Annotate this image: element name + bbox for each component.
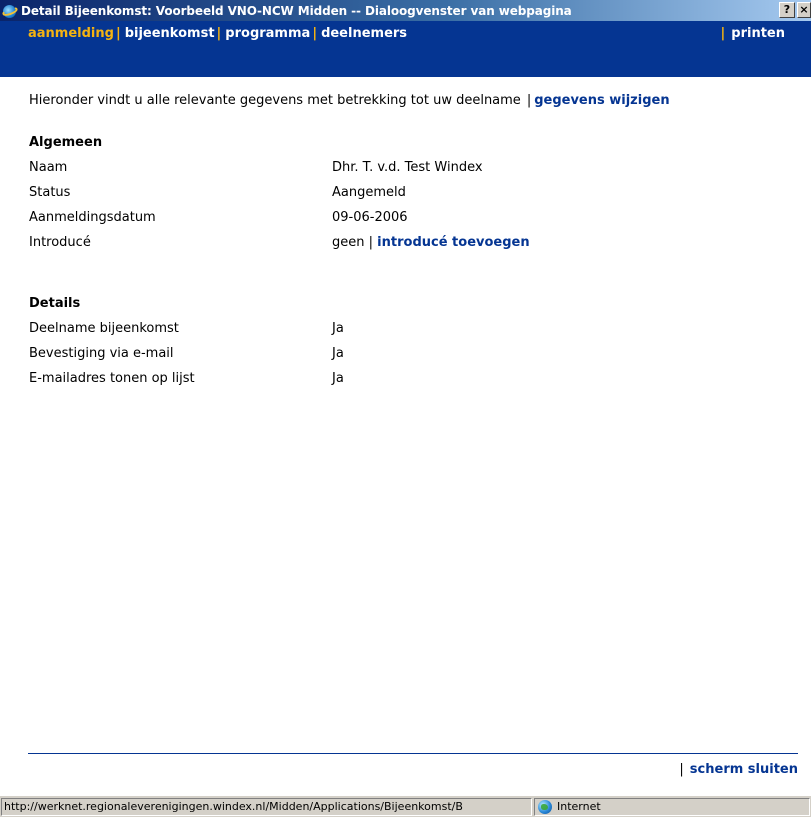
navigation-bar: aanmelding | bijeenkomst | programma | deelnem…	[0, 21, 811, 77]
main-content: Hieronder vindt u alle relevante gegeven…	[29, 93, 799, 386]
help-button[interactable]: ?	[779, 2, 795, 18]
window-title: Detail Bijeenkomst: Voorbeeld VNO-NCW Mi…	[21, 3, 572, 18]
add-guest-link[interactable]: introducé toevoegen	[377, 235, 529, 250]
row-label: Deelname bijeenkomst	[29, 321, 179, 336]
nav-separator: |	[115, 26, 121, 41]
row-value: geen	[332, 235, 365, 250]
intro-text: Hieronder vindt u alle relevante gegeven…	[29, 93, 521, 108]
footer-separator: |	[679, 762, 684, 777]
tab-bijeenkomst[interactable]: bijeenkomst	[125, 26, 215, 41]
nav-print: | printen	[721, 26, 785, 41]
nav-separator: |	[720, 26, 726, 41]
intro-separator: |	[526, 93, 532, 108]
print-link[interactable]: printen	[731, 26, 785, 41]
security-zone: Internet	[534, 798, 810, 816]
status-bar: http://werknet.regionaleverenigingen.win…	[0, 795, 811, 817]
row-label: E-mailadres tonen op lijst	[29, 371, 195, 386]
info-row-introduce: Introducé geen | introducé toevoegen	[29, 235, 799, 255]
close-screen-link[interactable]: scherm sluiten	[690, 762, 798, 777]
internet-globe-icon	[538, 800, 552, 814]
nav-separator: |	[312, 26, 318, 41]
window-controls: ? ×	[779, 2, 811, 18]
info-row-bevestiging: Bevestiging via e-mail Ja	[29, 346, 799, 366]
intro-line: Hieronder vindt u alle relevante gegeven…	[29, 93, 799, 108]
tab-deelnemers[interactable]: deelnemers	[321, 26, 407, 41]
info-row-naam: Naam Dhr. T. v.d. Test Windex	[29, 160, 799, 180]
row-label: Introducé	[29, 235, 91, 250]
value-separator: |	[368, 235, 374, 250]
close-button[interactable]: ×	[797, 2, 811, 18]
section-title-algemeen: Algemeen	[29, 135, 103, 150]
row-value: Ja	[332, 371, 344, 386]
row-label: Bevestiging via e-mail	[29, 346, 174, 361]
tab-programma[interactable]: programma	[225, 26, 310, 41]
row-value-group: geen | introducé toevoegen	[332, 235, 530, 250]
row-value: 09-06-2006	[332, 210, 408, 225]
section-title-details: Details	[29, 296, 81, 311]
status-url: http://werknet.regionaleverenigingen.win…	[1, 798, 532, 816]
ie-page-icon	[1, 3, 19, 19]
footer-divider	[28, 753, 798, 754]
info-row-status: Status Aangemeld	[29, 185, 799, 205]
row-value: Aangemeld	[332, 185, 406, 200]
info-row-deelname: Deelname bijeenkomst Ja	[29, 321, 799, 341]
nav-tabs: aanmelding | bijeenkomst | programma | deelnem…	[28, 26, 407, 41]
nav-separator: |	[216, 26, 222, 41]
footer: | scherm sluiten	[679, 762, 798, 777]
row-label: Status	[29, 185, 71, 200]
row-value: Ja	[332, 346, 344, 361]
row-value: Ja	[332, 321, 344, 336]
info-row-aanmeldingsdatum: Aanmeldingsdatum 09-06-2006	[29, 210, 799, 230]
tab-aanmelding[interactable]: aanmelding	[28, 26, 114, 41]
window-title-bar[interactable]: Detail Bijeenkomst: Voorbeeld VNO-NCW Mi…	[0, 0, 811, 21]
zone-label: Internet	[557, 800, 601, 813]
row-label: Aanmeldingsdatum	[29, 210, 156, 225]
info-row-emailadres: E-mailadres tonen op lijst Ja	[29, 371, 799, 391]
row-value: Dhr. T. v.d. Test Windex	[332, 160, 483, 175]
edit-details-link[interactable]: gegevens wijzigen	[534, 93, 669, 108]
row-label: Naam	[29, 160, 68, 175]
